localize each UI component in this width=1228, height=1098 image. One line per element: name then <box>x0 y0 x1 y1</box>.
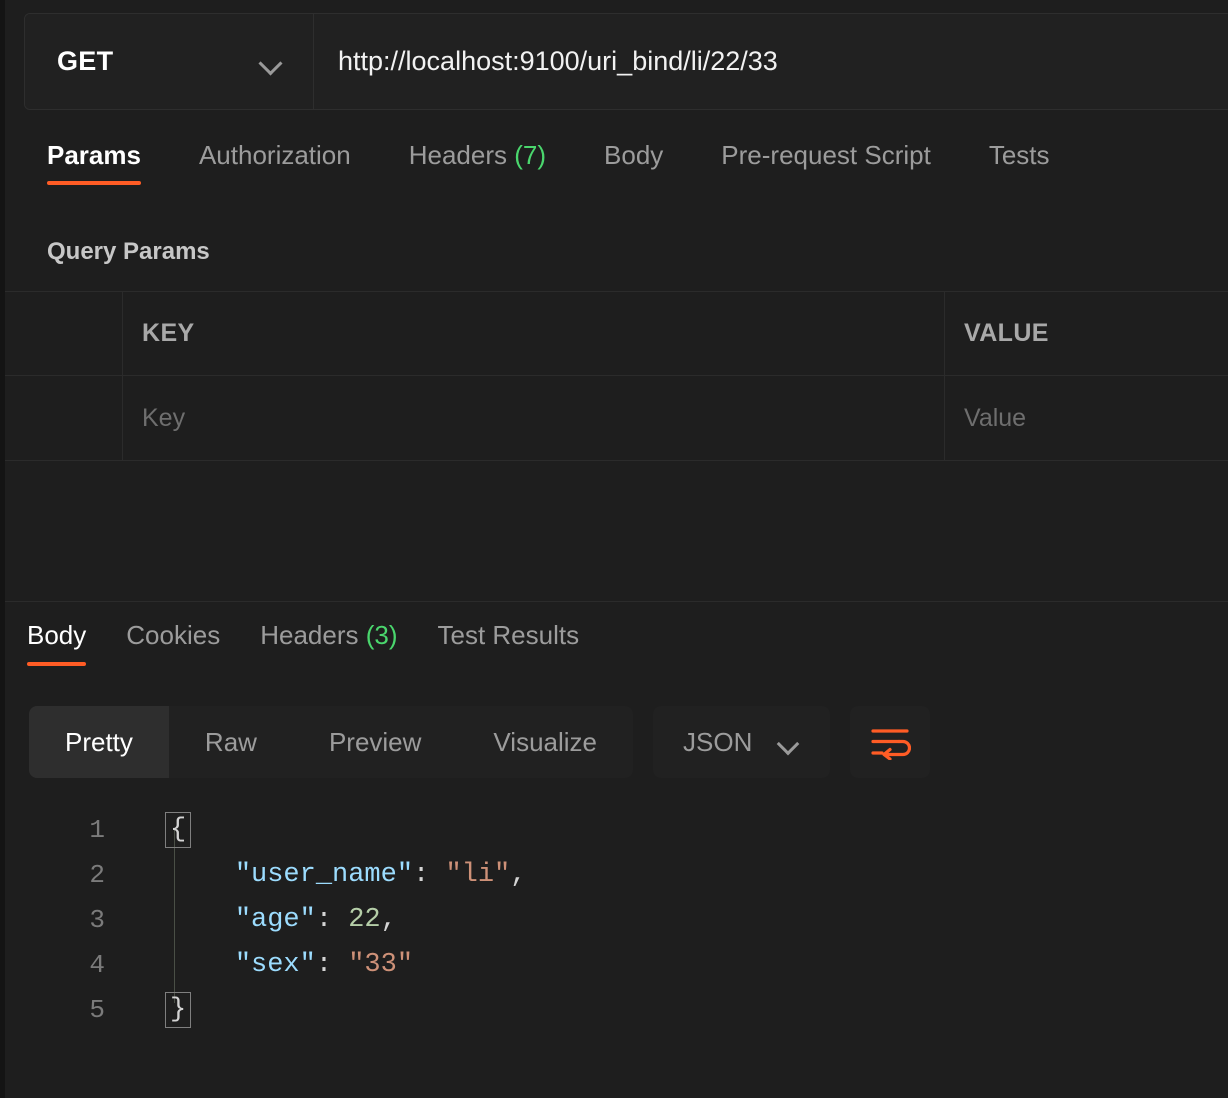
word-wrap-icon <box>871 729 912 760</box>
json-key: "age" <box>234 905 316 935</box>
response-format-bar: Pretty Raw Preview Visualize JSON <box>29 706 931 778</box>
response-language-label: JSON <box>683 726 753 757</box>
column-header-value: VALUE <box>964 319 1049 347</box>
request-tab-headers-count: (7) <box>514 140 547 170</box>
json-comma: , <box>510 860 527 890</box>
header-checkbox-cell <box>5 292 123 375</box>
json-value: "li" <box>445 860 511 890</box>
line-number: 5 <box>89 995 105 1025</box>
request-tab-headers[interactable]: Headers (7) <box>409 140 546 197</box>
http-method-dropdown[interactable]: GET <box>25 14 314 109</box>
response-tab-body-label: Body <box>27 620 87 650</box>
response-body-code[interactable]: 1 { 2 "user_name": "li", 3 "age": 22, 4 … <box>5 808 1228 1033</box>
code-line: 2 "user_name": "li", <box>5 853 1228 898</box>
json-key: "user_name" <box>234 860 414 890</box>
request-tab-body-label: Body <box>604 140 664 170</box>
response-tab-headers-count: (3) <box>365 620 398 650</box>
chevron-down-icon <box>778 736 800 748</box>
postman-request-response-pane: GET http://localhost:9100/uri_bind/li/22… <box>0 0 1228 1098</box>
url-bar: GET http://localhost:9100/uri_bind/li/22… <box>24 13 1228 110</box>
response-tab-cookies-label: Cookies <box>126 620 221 650</box>
row-value-cell[interactable]: Value <box>945 376 1228 460</box>
response-tab-test-results[interactable]: Test Results <box>438 620 580 677</box>
open-brace: { <box>164 812 192 848</box>
request-tab-tests[interactable]: Tests <box>989 140 1050 197</box>
pane-divider[interactable] <box>5 601 1228 602</box>
request-tab-params-label: Params <box>47 140 141 170</box>
chevron-down-icon <box>259 55 283 69</box>
code-line-content: } <box>125 988 192 1033</box>
request-tab-body[interactable]: Body <box>604 140 663 197</box>
request-tab-tests-label: Tests <box>988 140 1050 170</box>
table-row[interactable]: Key Value <box>5 376 1228 460</box>
format-mode-pretty-label: Pretty <box>65 726 133 757</box>
code-line-content: "user_name": "li", <box>125 853 527 898</box>
row-key-cell[interactable]: Key <box>123 376 945 460</box>
json-colon: : <box>315 950 349 980</box>
code-line: 3 "age": 22, <box>5 898 1228 943</box>
code-line: 1 { <box>5 808 1228 853</box>
response-tabs: Body Cookies Headers (3) Test Results <box>5 620 1228 690</box>
response-tab-headers-label: Headers <box>260 620 359 650</box>
line-number: 3 <box>89 905 105 935</box>
format-mode-visualize[interactable]: Visualize <box>457 706 633 778</box>
format-mode-pretty[interactable]: Pretty <box>29 706 169 778</box>
response-tab-body[interactable]: Body <box>27 620 87 677</box>
json-value: "33" <box>348 950 414 980</box>
line-number: 2 <box>89 860 105 890</box>
response-tab-cookies[interactable]: Cookies <box>126 620 220 677</box>
code-line: 5 } <box>5 988 1228 1033</box>
header-key-cell: KEY <box>123 292 945 375</box>
code-line-content: { <box>125 808 192 853</box>
format-mode-visualize-label: Visualize <box>493 726 598 757</box>
json-value: 22 <box>348 905 381 935</box>
header-value-cell: VALUE <box>945 292 1228 375</box>
query-params-title: Query Params <box>47 238 210 265</box>
query-params-table: KEY VALUE Key Value <box>5 291 1228 461</box>
key-input-placeholder[interactable]: Key <box>142 404 185 433</box>
close-brace: } <box>164 992 192 1028</box>
format-mode-raw[interactable]: Raw <box>169 706 293 778</box>
request-tabs: Params Authorization Headers (7) Body Pr… <box>5 140 1228 208</box>
request-tab-pre-request-script-label: Pre-request Script <box>721 140 931 170</box>
response-tab-headers[interactable]: Headers (3) <box>260 620 397 677</box>
format-mode-preview[interactable]: Preview <box>293 706 457 778</box>
request-url-input[interactable]: http://localhost:9100/uri_bind/li/22/33 <box>314 14 1228 109</box>
json-key: "sex" <box>234 950 316 980</box>
line-number: 1 <box>89 815 105 845</box>
response-tab-test-results-label: Test Results <box>437 620 580 650</box>
value-input-placeholder[interactable]: Value <box>964 404 1026 433</box>
code-line-content: "sex": "33" <box>125 943 413 988</box>
request-tab-params[interactable]: Params <box>47 140 141 197</box>
line-number: 4 <box>89 950 105 980</box>
response-language-dropdown[interactable]: JSON <box>653 706 831 778</box>
format-mode-raw-label: Raw <box>204 726 257 757</box>
column-header-key: KEY <box>142 319 195 347</box>
json-comma: , <box>380 905 397 935</box>
code-line-content: "age": 22, <box>125 898 397 943</box>
request-tab-authorization-label: Authorization <box>198 140 351 170</box>
table-header-row: KEY VALUE <box>5 292 1228 376</box>
request-tab-pre-request-script[interactable]: Pre-request Script <box>721 140 931 197</box>
request-tab-headers-label: Headers <box>408 140 508 170</box>
code-line: 4 "sex": "33" <box>5 943 1228 988</box>
word-wrap-button[interactable] <box>850 706 931 778</box>
json-colon: : <box>413 860 446 890</box>
format-mode-segmented-control: Pretty Raw Preview Visualize <box>29 706 634 778</box>
json-colon: : <box>315 905 349 935</box>
row-checkbox-cell[interactable] <box>5 376 123 460</box>
http-method-label: GET <box>57 46 114 76</box>
request-tab-authorization[interactable]: Authorization <box>199 140 351 197</box>
format-mode-preview-label: Preview <box>328 726 422 757</box>
